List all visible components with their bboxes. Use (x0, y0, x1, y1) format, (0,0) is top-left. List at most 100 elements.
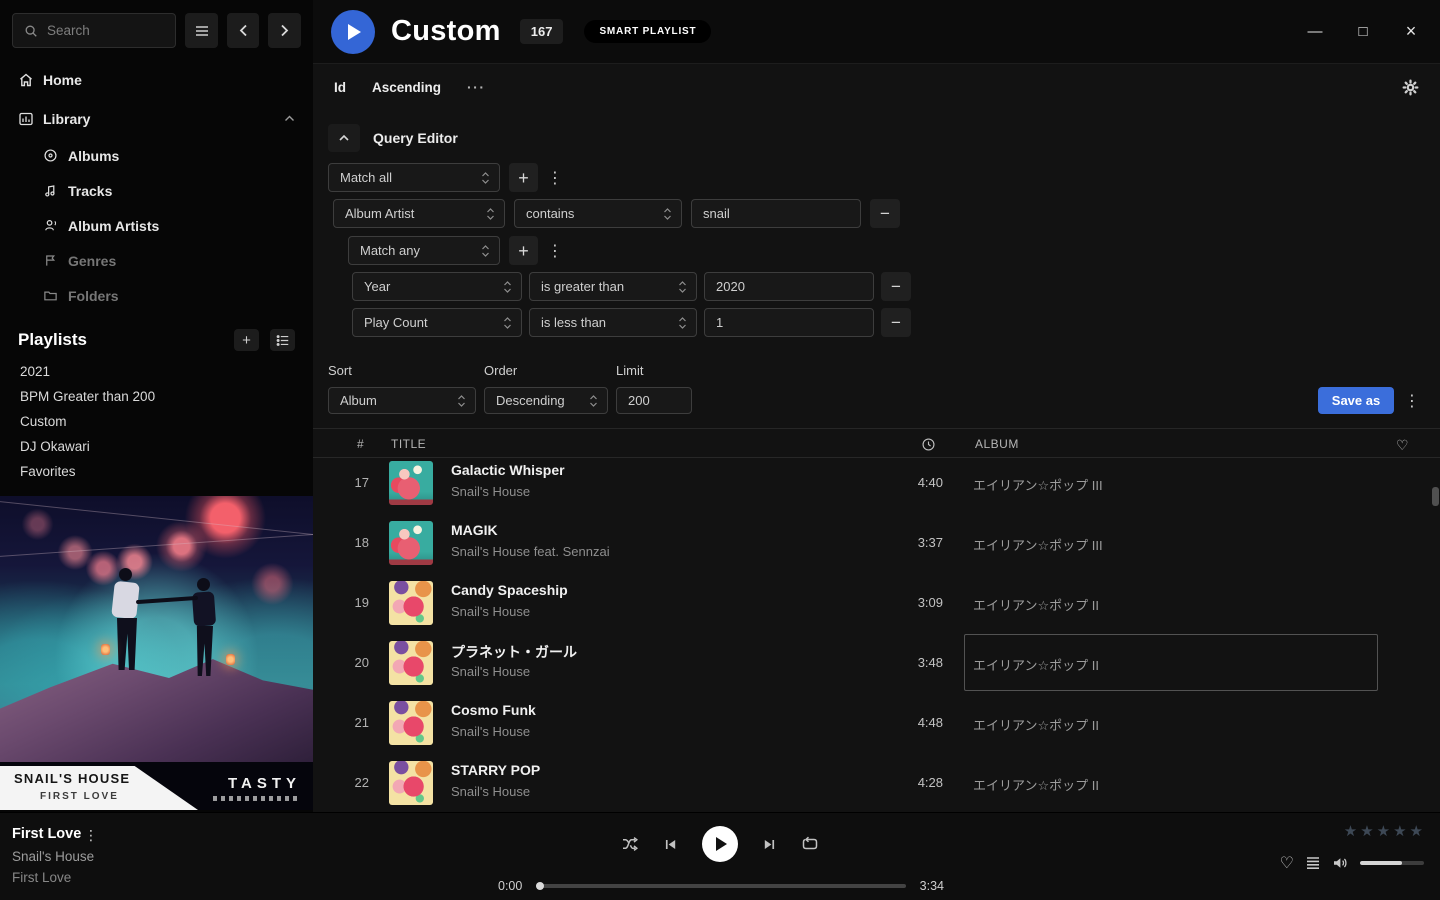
playlist-item[interactable]: DJ Okawari (0, 434, 313, 459)
sort-field-button[interactable]: Id (334, 80, 346, 95)
sidebar-item-folders[interactable]: Folders (0, 278, 313, 313)
nested-match-type-select[interactable]: Match any (348, 236, 500, 265)
back-button[interactable] (227, 13, 260, 48)
track-album[interactable]: エイリアン☆ポップ II (973, 715, 1099, 734)
table-row[interactable]: 19 Candy Spaceship Snail's House 3:09 エイ… (313, 573, 1440, 633)
remove-rule-button[interactable]: − (870, 199, 900, 228)
star-icon[interactable]: ★ (1410, 822, 1423, 840)
table-row[interactable]: 18 MAGIK Snail's House feat. Sennzai 3:3… (313, 513, 1440, 573)
play-pause-button[interactable] (702, 826, 738, 862)
rating-control[interactable]: ★★★★★ (1344, 822, 1423, 840)
rule-operator-select[interactable]: contains (514, 199, 682, 228)
star-icon[interactable]: ★ (1377, 822, 1390, 840)
rule-operator-select[interactable]: is greater than (529, 272, 697, 301)
favorite-column-heart-icon[interactable]: ♡ (1396, 437, 1409, 454)
volume-slider[interactable] (1360, 861, 1424, 865)
minimize-button[interactable]: — (1304, 23, 1326, 40)
play-playlist-button[interactable] (331, 10, 375, 54)
order-select[interactable]: Descending (484, 387, 608, 414)
settings-button[interactable] (1402, 79, 1419, 96)
rule-value-input[interactable] (704, 308, 874, 337)
shuffle-button[interactable] (621, 836, 639, 852)
save-menu-button[interactable]: ⋮ (1404, 391, 1420, 411)
previous-button[interactable] (663, 837, 678, 852)
favorite-button[interactable]: ♡ (1280, 853, 1294, 873)
rule-group-menu-button[interactable]: ⋮ (547, 168, 565, 188)
track-duration: 4:28 (871, 775, 943, 790)
table-row[interactable]: 20 プラネット・ガール Snail's House 3:48 エイリアン☆ポッ… (313, 633, 1440, 693)
progress-thumb[interactable] (536, 882, 544, 890)
table-row[interactable]: 17 Galactic Whisper Snail's House 4:40 エ… (313, 459, 1440, 513)
nested-group-menu-button[interactable]: ⋮ (547, 241, 565, 261)
star-icon[interactable]: ★ (1344, 822, 1357, 840)
select-caret-icon (678, 280, 687, 294)
remove-rule-button[interactable]: − (881, 272, 911, 301)
search-input[interactable]: Search (12, 13, 176, 48)
rule-value-input[interactable] (704, 272, 874, 301)
volume-icon[interactable] (1332, 855, 1349, 871)
queue-button[interactable] (1305, 856, 1321, 870)
app-window: Search Home Library (0, 0, 1440, 900)
now-playing-album[interactable]: First Love (12, 870, 71, 885)
rule-value-input[interactable] (691, 199, 861, 228)
playlist-item[interactable]: 2021 (0, 359, 313, 384)
next-button[interactable] (762, 837, 777, 852)
rule-field-select[interactable]: Year (352, 272, 522, 301)
track-count-badge: 167 (520, 19, 564, 44)
rule-field-select[interactable]: Play Count (352, 308, 522, 337)
sidebar-item-tracks[interactable]: Tracks (0, 173, 313, 208)
rule-operator-select[interactable]: is less than (529, 308, 697, 337)
sort-select[interactable]: Album (328, 387, 476, 414)
more-options-button[interactable]: ··· (467, 79, 486, 95)
sidebar-item-album-artists[interactable]: Album Artists (0, 208, 313, 243)
album-art-thumbnail (389, 701, 433, 745)
track-album[interactable]: エイリアン☆ポップ II (973, 655, 1099, 674)
column-index[interactable]: # (357, 437, 364, 451)
rule-field-select[interactable]: Album Artist (333, 199, 505, 228)
progress-bar[interactable] (536, 884, 905, 888)
repeat-button[interactable] (801, 836, 819, 852)
sidebar-item-label: Home (43, 72, 82, 88)
add-rule-button[interactable]: + (509, 163, 538, 192)
menu-icon (195, 25, 209, 37)
remove-rule-button[interactable]: − (881, 308, 911, 337)
plus-icon: + (518, 169, 529, 187)
table-row[interactable]: 22 STARRY POP Snail's House 4:28 エイリアン☆ポ… (313, 753, 1440, 812)
save-as-button[interactable]: Save as (1318, 387, 1394, 414)
add-nested-rule-button[interactable]: + (509, 236, 538, 265)
collapse-query-editor-button[interactable] (328, 124, 360, 152)
scrollbar-thumb[interactable] (1432, 487, 1439, 506)
menu-button[interactable] (185, 13, 218, 48)
sort-direction-button[interactable]: Ascending (372, 80, 441, 95)
duration-column-clock-icon[interactable] (921, 437, 936, 452)
playlist-item[interactable]: BPM Greater than 200 (0, 384, 313, 409)
sidebar-item-library[interactable]: Library (0, 99, 313, 138)
table-row[interactable]: 21 Cosmo Funk Snail's House 4:48 エイリアン☆ポ… (313, 693, 1440, 753)
playlist-item[interactable]: Custom (0, 409, 313, 434)
track-album[interactable]: エイリアン☆ポップ II (973, 595, 1099, 614)
track-album[interactable]: エイリアン☆ポップ III (973, 535, 1103, 554)
forward-button[interactable] (268, 13, 301, 48)
track-album[interactable]: エイリアン☆ポップ III (973, 475, 1103, 494)
playlist-item[interactable]: Favorites (0, 459, 313, 484)
sidebar-item-label: Folders (68, 288, 119, 304)
chevron-up-icon[interactable] (284, 115, 295, 122)
track-album[interactable]: エイリアン☆ポップ II (973, 775, 1099, 794)
limit-input[interactable] (616, 387, 692, 414)
playlist-list-button[interactable] (270, 329, 295, 351)
sidebar-item-genres[interactable]: Genres (0, 243, 313, 278)
sidebar-item-home[interactable]: Home (0, 60, 313, 99)
track-artist: Snail's House (451, 604, 530, 619)
artwork-banner: SNAIL'S HOUSE FIRST LOVE TASTY (0, 762, 313, 810)
artwork-label-logo: TASTY (228, 775, 301, 792)
column-album[interactable]: ALBUM (975, 437, 1019, 451)
add-playlist-button[interactable]: + (234, 329, 259, 351)
star-icon[interactable]: ★ (1393, 822, 1406, 840)
sidebar-item-albums[interactable]: Albums (0, 138, 313, 173)
match-type-select[interactable]: Match all (328, 163, 500, 192)
select-caret-icon (481, 171, 490, 185)
close-button[interactable]: × (1400, 21, 1422, 42)
star-icon[interactable]: ★ (1360, 822, 1373, 840)
maximize-button[interactable]: □ (1352, 23, 1374, 40)
column-title[interactable]: TITLE (391, 437, 426, 451)
